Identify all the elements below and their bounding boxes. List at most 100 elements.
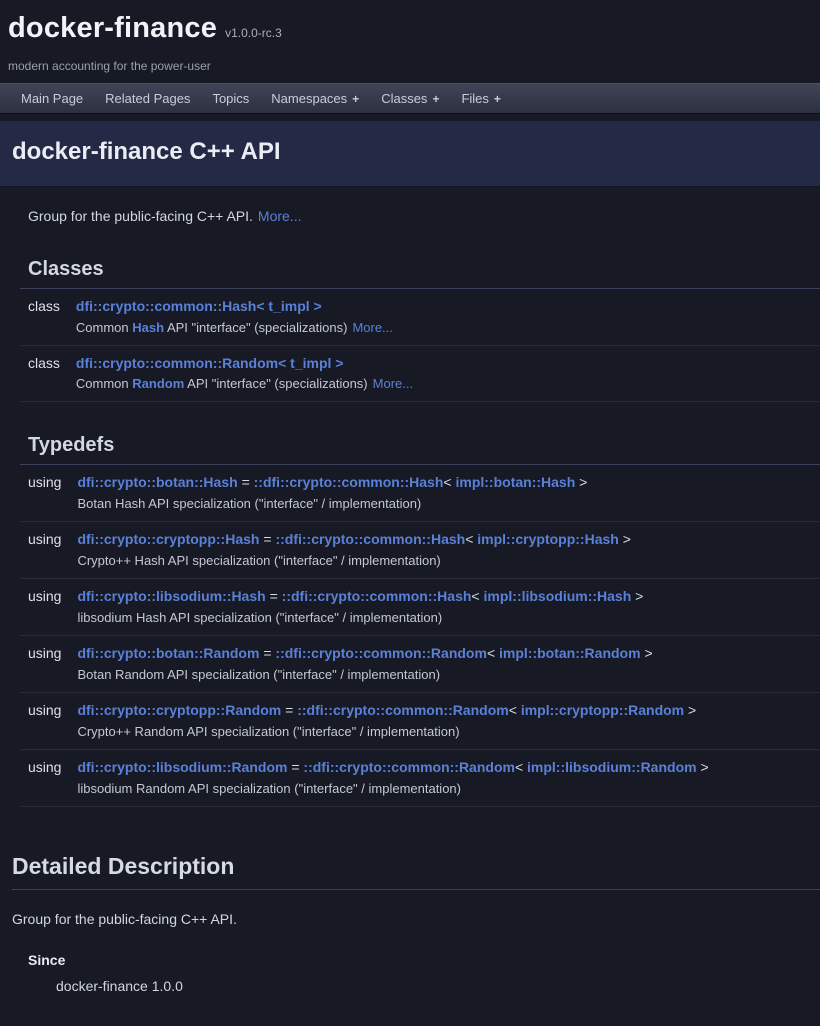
template-open: < [465, 531, 473, 547]
dropdown-plus-icon: + [352, 91, 359, 107]
typedef-desc-row: Botan Hash API specialization ("interfac… [20, 492, 820, 521]
template-open: < [515, 759, 523, 775]
typedef-impl-link[interactable]: impl::libsodium::Hash [484, 588, 632, 604]
section-heading-typedefs: Typedefs [20, 432, 820, 465]
typedef-impl-link[interactable]: impl::cryptopp::Random [521, 702, 684, 718]
class-link[interactable]: dfi::crypto::common::Hash< t_impl > [76, 298, 322, 314]
project-brief: modern accounting for the power-user [8, 58, 812, 74]
nav-tab-label: Main Page [21, 90, 83, 108]
member-keyword: using [20, 693, 69, 720]
member-keyword: using [20, 750, 69, 777]
template-close: > [579, 474, 587, 490]
nav-tab-files[interactable]: Files + [450, 84, 511, 113]
typedef-desc: libsodium Random API specialization ("in… [69, 777, 820, 806]
typedef-name-link[interactable]: dfi::crypto::botan::Hash [77, 474, 237, 490]
class-desc-link[interactable]: Random [132, 376, 184, 391]
more-link[interactable]: More... [352, 320, 392, 335]
dropdown-plus-icon: + [494, 91, 501, 107]
class-row: class dfi::crypto::common::Random< t_imp… [20, 345, 820, 372]
typedef-row: using dfi::crypto::botan::Random = ::dfi… [20, 636, 820, 663]
classes-table: class dfi::crypto::common::Hash< t_impl … [20, 289, 820, 403]
page-title: docker-finance C++ API [12, 136, 808, 168]
class-desc-link[interactable]: Hash [132, 320, 164, 335]
nav-tab-label: Classes [381, 90, 427, 108]
dropdown-plus-icon: + [432, 91, 439, 107]
nav-tab-namespaces[interactable]: Namespaces + [260, 84, 370, 113]
row-separator [20, 806, 820, 807]
member-keyword: class [20, 289, 68, 316]
assign-operator: = [263, 645, 271, 661]
main-nav: Main Page Related Pages Topics Namespace… [0, 83, 820, 114]
typedef-desc: Crypto++ Random API specialization ("int… [69, 720, 820, 749]
typedef-row: using dfi::crypto::botan::Hash = ::dfi::… [20, 465, 820, 492]
typedef-target-link[interactable]: ::dfi::crypto::common::Random [297, 702, 509, 718]
since-label: Since [28, 951, 820, 970]
typedef-target-link[interactable]: ::dfi::crypto::common::Hash [254, 474, 444, 490]
typedef-name-link[interactable]: dfi::crypto::libsodium::Hash [77, 588, 265, 604]
template-open: < [487, 645, 495, 661]
template-open: < [471, 588, 479, 604]
section-heading-detailed-description: Detailed Description [12, 841, 820, 890]
typedef-target-link[interactable]: ::dfi::crypto::common::Hash [275, 531, 465, 547]
class-desc-row: Common Random API "interface" (specializ… [20, 372, 820, 401]
nav-tab-related-pages[interactable]: Related Pages [94, 84, 201, 113]
typedef-desc-row: Crypto++ Random API specialization ("int… [20, 720, 820, 749]
template-close: > [688, 702, 696, 718]
typedef-target-link[interactable]: ::dfi::crypto::common::Hash [282, 588, 472, 604]
typedef-desc: libsodium Hash API specialization ("inte… [69, 606, 820, 635]
typedef-row: using dfi::crypto::cryptopp::Random = ::… [20, 693, 820, 720]
member-keyword: using [20, 579, 69, 606]
project-version: v1.0.0-rc.3 [225, 25, 282, 41]
template-open: < [509, 702, 517, 718]
class-desc: Common Random API "interface" (specializ… [68, 372, 820, 401]
nav-tab-label: Namespaces [271, 90, 347, 108]
contents: Group for the public-facing C++ API. More… [0, 187, 820, 1026]
section-heading-classes: Classes [20, 256, 820, 289]
typedef-desc: Botan Random API specialization ("interf… [69, 663, 820, 692]
class-row: class dfi::crypto::common::Hash< t_impl … [20, 289, 820, 316]
assign-operator: = [285, 702, 293, 718]
typedef-name-link[interactable]: dfi::crypto::cryptopp::Hash [77, 531, 259, 547]
more-link[interactable]: More... [258, 208, 302, 224]
class-desc-text: API "interface" (specializations) [164, 320, 347, 335]
typedef-impl-link[interactable]: impl::cryptopp::Hash [477, 531, 619, 547]
typedef-desc: Botan Hash API specialization ("interfac… [69, 492, 820, 521]
class-link[interactable]: dfi::crypto::common::Random< t_impl > [76, 355, 344, 371]
title-area: docker-finance v1.0.0-rc.3 modern accoun… [0, 0, 820, 74]
typedef-name-link[interactable]: dfi::crypto::libsodium::Random [77, 759, 287, 775]
member-keyword: class [20, 345, 68, 372]
typedef-desc: Crypto++ Hash API specialization ("inter… [69, 549, 820, 578]
member-keyword: using [20, 636, 69, 663]
typedef-target-link[interactable]: ::dfi::crypto::common::Random [275, 645, 487, 661]
project-title: docker-finance [8, 9, 217, 48]
since-section: Since docker-finance 1.0.0 [28, 951, 820, 996]
typedef-desc-row: Botan Random API specialization ("interf… [20, 663, 820, 692]
typedef-impl-link[interactable]: impl::botan::Random [499, 645, 641, 661]
more-link[interactable]: More... [373, 376, 413, 391]
typedef-name-link[interactable]: dfi::crypto::cryptopp::Random [77, 702, 281, 718]
typedef-impl-link[interactable]: impl::libsodium::Random [527, 759, 697, 775]
typedef-target-link[interactable]: ::dfi::crypto::common::Random [303, 759, 515, 775]
nav-tab-topics[interactable]: Topics [201, 84, 260, 113]
intro-text-span: Group for the public-facing C++ API. [28, 208, 253, 224]
class-desc-text: API "interface" (specializations) [184, 376, 367, 391]
typedef-impl-link[interactable]: impl::botan::Hash [455, 474, 575, 490]
nav-tab-main-page[interactable]: Main Page [10, 84, 94, 113]
template-close: > [644, 645, 652, 661]
nav-tab-label: Files [461, 90, 488, 108]
assign-operator: = [242, 474, 250, 490]
typedef-desc-row: libsodium Hash API specialization ("inte… [20, 606, 820, 635]
class-desc-text: Common [76, 320, 132, 335]
typedef-row: using dfi::crypto::cryptopp::Hash = ::df… [20, 522, 820, 549]
typedef-desc-row: Crypto++ Hash API specialization ("inter… [20, 549, 820, 578]
typedef-name-link[interactable]: dfi::crypto::botan::Random [77, 645, 259, 661]
typedef-row: using dfi::crypto::libsodium::Hash = ::d… [20, 579, 820, 606]
template-close: > [635, 588, 643, 604]
typedefs-table: using dfi::crypto::botan::Hash = ::dfi::… [20, 465, 820, 807]
nav-tab-classes[interactable]: Classes + [370, 84, 450, 113]
typedef-row: using dfi::crypto::libsodium::Random = :… [20, 750, 820, 777]
nav-tab-label: Related Pages [105, 90, 190, 108]
typedef-desc-row: libsodium Random API specialization ("in… [20, 777, 820, 806]
template-close: > [623, 531, 631, 547]
nav-tab-label: Topics [212, 90, 249, 108]
